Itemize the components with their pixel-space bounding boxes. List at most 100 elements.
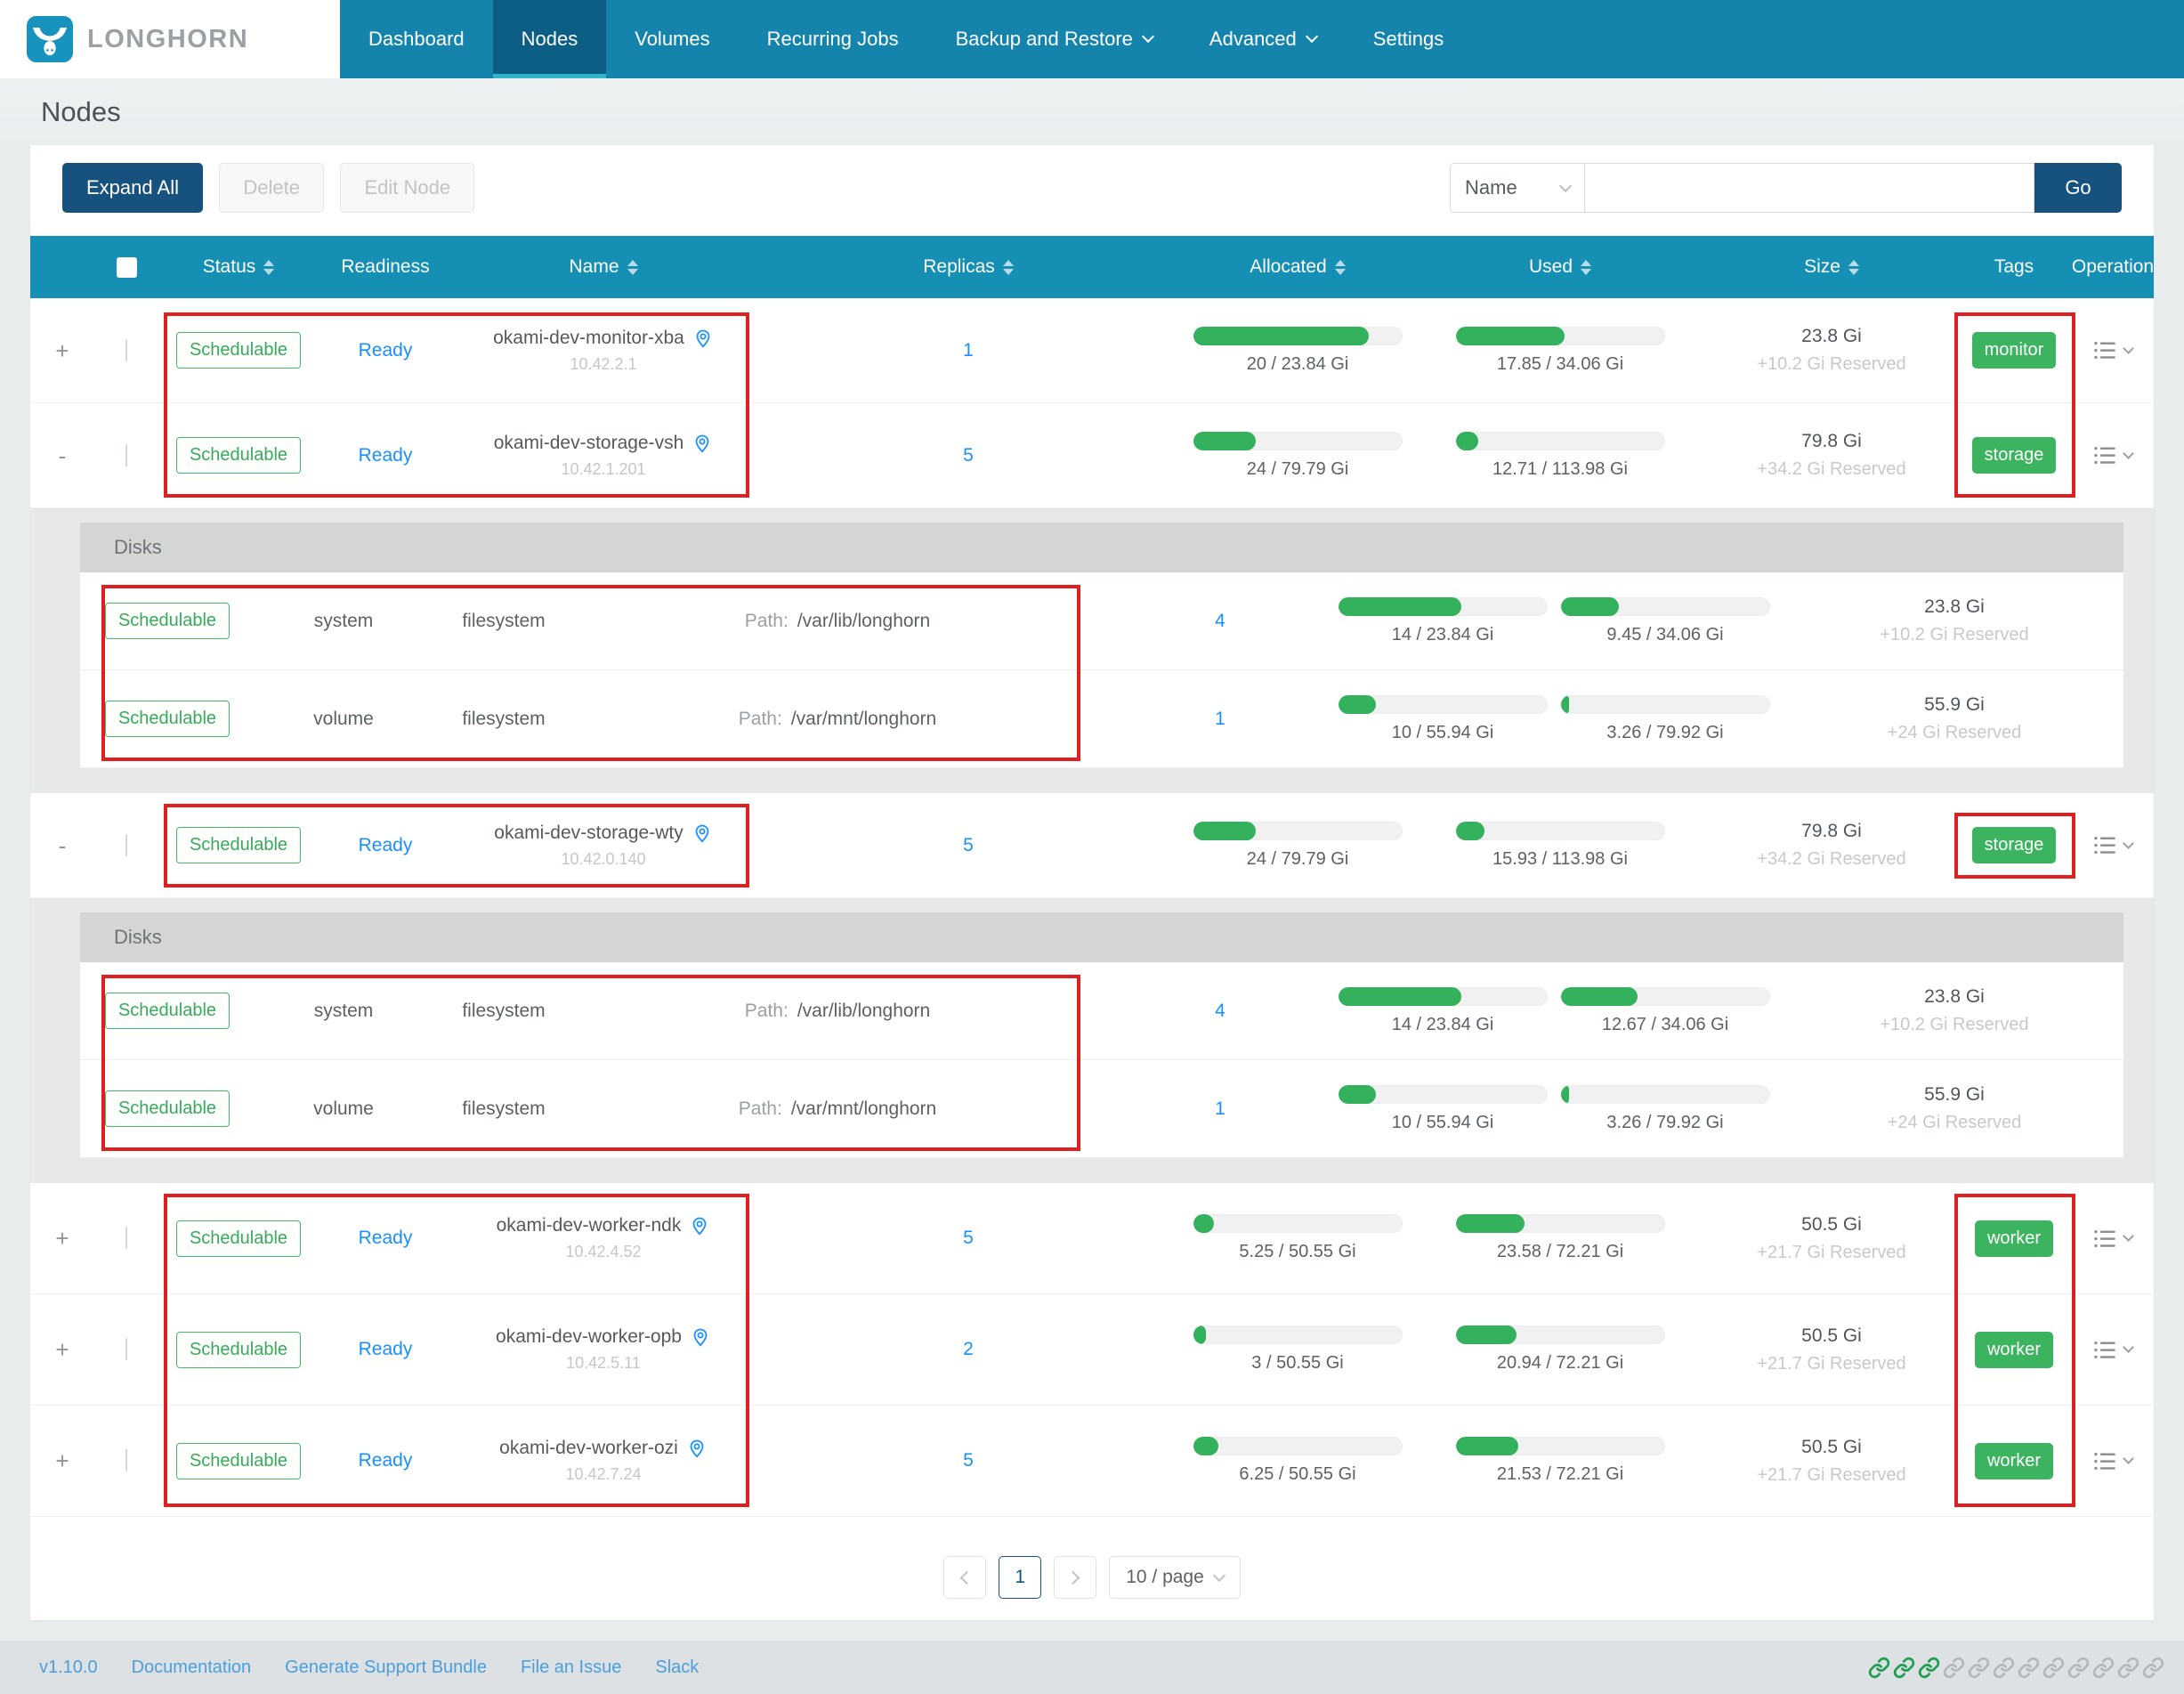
column-header-allocated[interactable]: Allocated	[1182, 256, 1413, 278]
replicas-count[interactable]: 2	[755, 1339, 1182, 1360]
row-checkbox[interactable]	[94, 1228, 158, 1249]
node-ip: 10.42.2.1	[570, 355, 636, 374]
size-cell: 50.5 Gi+21.7 Gi Reserved	[1707, 1325, 1956, 1374]
disk-type: system	[255, 611, 433, 632]
disk-replicas-count[interactable]: 4	[1100, 1001, 1340, 1022]
chevron-left-icon	[960, 1570, 975, 1585]
allocated-meter: 3 / 50.55 Gi	[1182, 1325, 1413, 1374]
operation-menu-button[interactable]	[2072, 833, 2154, 857]
support-bundle-link[interactable]: Generate Support Bundle	[285, 1658, 487, 1678]
expand-toggle[interactable]: +	[30, 339, 94, 362]
column-header-name[interactable]: Name	[452, 256, 755, 278]
toolbar: Expand All Delete Edit Node Name Go	[30, 145, 2154, 213]
replicas-count[interactable]: 5	[755, 1228, 1182, 1249]
file-issue-link[interactable]: File an Issue	[521, 1658, 621, 1678]
documentation-link[interactable]: Documentation	[132, 1658, 252, 1678]
replicas-count[interactable]: 5	[755, 1450, 1182, 1471]
status-badge: Schedulable	[176, 1443, 301, 1479]
location-pin-icon[interactable]	[692, 328, 714, 349]
column-header-tags[interactable]: Tags	[1956, 256, 2072, 278]
row-checkbox[interactable]	[94, 1339, 158, 1360]
column-header-readiness[interactable]: Readiness	[319, 256, 452, 278]
chain-link-icon	[1993, 1657, 2015, 1679]
nav-volumes[interactable]: Volumes	[606, 0, 738, 78]
slack-link[interactable]: Slack	[655, 1658, 699, 1678]
disk-replicas-count[interactable]: 1	[1100, 709, 1340, 730]
delete-button[interactable]: Delete	[219, 163, 324, 213]
disk-row: Schedulable system filesystem Path:/var/…	[80, 962, 2123, 1060]
column-header-size[interactable]: Size	[1707, 256, 1956, 278]
disk-status-badge: Schedulable	[105, 603, 230, 639]
allocated-meter: 5.25 / 50.55 Gi	[1182, 1214, 1413, 1262]
disk-path-cell: Path:/var/lib/longhorn	[575, 611, 1100, 632]
node-name-cell: okami-dev-worker-ozi 10.42.7.24	[452, 1438, 755, 1484]
page-size-select[interactable]: 10 / page	[1109, 1556, 1241, 1599]
expand-toggle[interactable]: +	[30, 1449, 94, 1472]
chain-link-icon	[1968, 1657, 1990, 1679]
disk-replicas-count[interactable]: 4	[1100, 611, 1340, 632]
replicas-count[interactable]: 5	[755, 835, 1182, 856]
column-header-replicas[interactable]: Replicas	[755, 256, 1182, 278]
expand-toggle[interactable]: +	[30, 1338, 94, 1361]
page-number-1[interactable]: 1	[999, 1556, 1041, 1599]
go-button[interactable]: Go	[2034, 163, 2122, 213]
chevron-down-icon	[1213, 1569, 1225, 1582]
size-cell: 23.8 Gi+10.2 Gi Reserved	[1785, 986, 2123, 1035]
size-cell: 50.5 Gi+21.7 Gi Reserved	[1707, 1214, 1956, 1263]
nav-dashboard[interactable]: Dashboard	[340, 0, 493, 78]
page-title: Nodes	[41, 96, 121, 128]
operation-menu-button[interactable]	[2072, 1338, 2154, 1362]
version-link[interactable]: v1.10.0	[39, 1658, 98, 1678]
row-checkbox[interactable]	[94, 445, 158, 466]
table-row: + Schedulable Ready okami-dev-worker-ndk…	[30, 1183, 2154, 1294]
brand-logo[interactable]: LONGHORN	[0, 0, 340, 78]
used-meter: 20.94 / 72.21 Gi	[1413, 1325, 1707, 1374]
operation-menu-button[interactable]	[2072, 1227, 2154, 1251]
location-pin-icon[interactable]	[686, 1438, 708, 1459]
location-pin-icon[interactable]	[690, 1326, 711, 1348]
next-page-button[interactable]	[1054, 1556, 1096, 1599]
sort-icon	[627, 260, 638, 275]
chevron-down-icon	[2123, 1230, 2134, 1242]
operation-menu-button[interactable]	[2072, 1449, 2154, 1473]
expand-all-button[interactable]: Expand All	[62, 163, 203, 213]
nav-settings[interactable]: Settings	[1345, 0, 1473, 78]
allocated-meter: 14 / 23.84 Gi	[1340, 987, 1545, 1035]
disks-header: Disks	[80, 912, 2123, 962]
row-checkbox[interactable]	[94, 340, 158, 361]
operation-menu-button[interactable]	[2072, 443, 2154, 467]
operation-menu-button[interactable]	[2072, 338, 2154, 362]
location-pin-icon[interactable]	[692, 433, 713, 454]
prev-page-button[interactable]	[943, 1556, 986, 1599]
column-header-status[interactable]: Status	[158, 256, 319, 278]
location-pin-icon[interactable]	[692, 823, 713, 844]
disk-replicas-count[interactable]: 1	[1100, 1098, 1340, 1120]
row-checkbox[interactable]	[94, 1450, 158, 1471]
edit-node-button[interactable]: Edit Node	[340, 163, 474, 213]
replicas-count[interactable]: 5	[755, 445, 1182, 466]
allocated-meter: 14 / 23.84 Gi	[1340, 597, 1545, 645]
used-meter: 17.85 / 34.06 Gi	[1413, 327, 1707, 375]
expand-toggle[interactable]: +	[30, 1227, 94, 1250]
page-header: Nodes	[0, 78, 2184, 145]
nodes-table: Status Readiness Name Replicas Allocated…	[30, 236, 2154, 1517]
node-tag: storage	[1972, 437, 2057, 474]
collapse-toggle[interactable]: -	[30, 444, 94, 467]
collapse-toggle[interactable]: -	[30, 834, 94, 857]
location-pin-icon[interactable]	[689, 1215, 710, 1236]
replicas-count[interactable]: 1	[755, 340, 1182, 361]
chevron-down-icon	[2123, 343, 2134, 354]
search-input[interactable]	[1585, 163, 2034, 213]
nav-backup-restore[interactable]: Backup and Restore	[927, 0, 1181, 78]
nav-advanced[interactable]: Advanced	[1181, 0, 1345, 78]
nav-nodes[interactable]: Nodes	[493, 0, 607, 78]
select-all-checkbox[interactable]	[94, 257, 158, 278]
row-checkbox[interactable]	[94, 835, 158, 856]
nav-recurring-jobs[interactable]: Recurring Jobs	[739, 0, 927, 78]
filter-field-select[interactable]: Name	[1450, 163, 1585, 213]
node-ip: 10.42.5.11	[566, 1354, 641, 1373]
node-name: okami-dev-monitor-xba	[493, 328, 684, 349]
column-header-used[interactable]: Used	[1413, 256, 1707, 278]
search-bar: Name Go	[1450, 163, 2122, 213]
disk-path: /var/mnt/longhorn	[791, 709, 936, 730]
